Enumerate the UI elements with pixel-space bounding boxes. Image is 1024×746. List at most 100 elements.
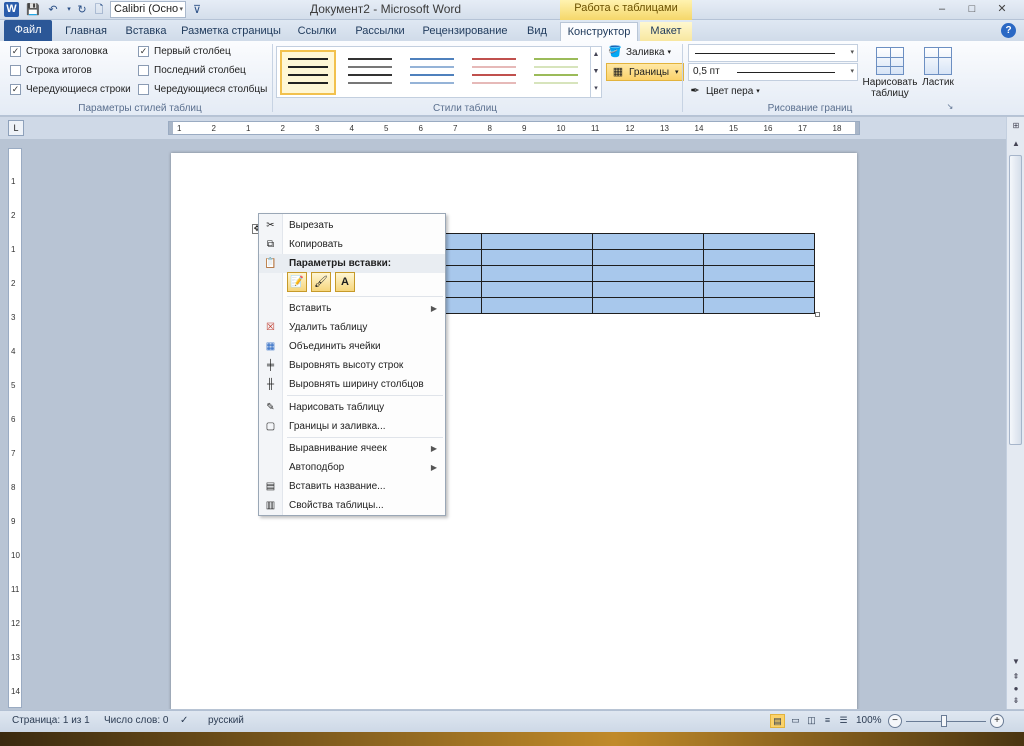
- scroll-down-icon[interactable]: ▼: [1010, 657, 1022, 666]
- page-count[interactable]: Страница: 1 из 1: [12, 715, 90, 726]
- last-column-checkbox[interactable]: Последний столбец: [138, 65, 246, 76]
- undo-icon[interactable]: ↶: [46, 3, 60, 17]
- menu-item-table-properties[interactable]: ▥ Свойства таблицы...: [259, 496, 445, 515]
- zoom-slider-thumb[interactable]: [941, 715, 947, 727]
- table-cell[interactable]: [481, 281, 593, 298]
- checkbox-box[interactable]: ✓: [138, 46, 149, 57]
- menu-item-distribute-rows[interactable]: ╪ Выровнять высоту строк: [259, 356, 445, 375]
- draft-icon[interactable]: ☰: [836, 714, 851, 728]
- checkbox-box[interactable]: [10, 65, 21, 76]
- checkbox-box[interactable]: [138, 84, 149, 95]
- web-layout-icon[interactable]: ◫: [804, 714, 819, 728]
- previous-page-icon[interactable]: ⇞: [1010, 672, 1022, 681]
- new-document-icon[interactable]: 🗋: [92, 3, 106, 17]
- borders-button[interactable]: ▦ Границы ▾: [606, 63, 684, 81]
- scroll-up-icon[interactable]: ▲: [1010, 139, 1022, 148]
- shading-button[interactable]: 🪣 Заливка ▾: [608, 45, 671, 59]
- proofing-icon[interactable]: ✓: [180, 715, 188, 726]
- tab-home[interactable]: Главная: [60, 22, 112, 41]
- table-cell[interactable]: [481, 233, 593, 250]
- close-button[interactable]: ✕: [990, 1, 1014, 18]
- chevron-down-icon[interactable]: ▾: [179, 2, 183, 17]
- gallery-more-icon[interactable]: ▾: [590, 80, 601, 97]
- table-style-blue[interactable]: [404, 50, 460, 95]
- gallery-down-icon[interactable]: ▼: [590, 63, 601, 80]
- dialog-launcher-icon[interactable]: ↘: [944, 102, 956, 111]
- help-icon[interactable]: ?: [1001, 23, 1016, 38]
- zoom-out-icon[interactable]: −: [888, 714, 902, 728]
- table-style-red[interactable]: [466, 50, 522, 95]
- draw-table-button[interactable]: Нарисовать таблицу: [862, 47, 918, 99]
- table-cell[interactable]: [592, 265, 704, 282]
- scrollbar-thumb[interactable]: [1009, 155, 1022, 445]
- customize-qat-icon[interactable]: ⊽: [190, 3, 204, 17]
- checkbox-box[interactable]: ✓: [10, 46, 21, 57]
- total-row-checkbox[interactable]: Строка итогов: [10, 65, 92, 76]
- word-logo-icon[interactable]: W: [4, 2, 19, 17]
- table-cell[interactable]: [481, 297, 593, 314]
- tab-page-layout[interactable]: Разметка страницы: [180, 22, 282, 41]
- pen-color-button[interactable]: ✒ Цвет пера ▾: [688, 84, 759, 98]
- tab-mailings[interactable]: Рассылки: [350, 22, 410, 41]
- table-cell[interactable]: [481, 249, 593, 266]
- vertical-scrollbar[interactable]: ⊞ ▲ ▼ ⇞ ● ⇟: [1006, 117, 1024, 709]
- tab-design[interactable]: Конструктор: [560, 22, 638, 41]
- table-resize-handle[interactable]: [815, 312, 820, 317]
- print-layout-icon[interactable]: ▤: [770, 714, 785, 728]
- paste-merge-formatting-icon[interactable]: 🖌: [311, 272, 331, 292]
- save-icon[interactable]: 💾: [26, 3, 40, 17]
- header-row-checkbox[interactable]: ✓ Строка заголовка: [10, 46, 108, 57]
- zoom-level[interactable]: 100%: [856, 715, 882, 726]
- horizontal-ruler[interactable]: 1 2 1 2 3 4 5 6 7 8 9 10 11 12 13 14 15 16 17 18: [168, 121, 860, 135]
- table-cell[interactable]: [703, 249, 815, 266]
- tab-selector-icon[interactable]: L: [8, 120, 24, 136]
- tab-references[interactable]: Ссылки: [290, 22, 344, 41]
- word-count[interactable]: Число слов: 0: [104, 715, 168, 726]
- menu-item-draw-table[interactable]: ✎ Нарисовать таблицу: [259, 398, 445, 417]
- vertical-ruler[interactable]: 1 2 1 2 3 4 5 6 7 8 9 10 11 12 13 14: [8, 148, 22, 708]
- line-weight-select[interactable]: 0,5 пт ▾: [688, 63, 858, 81]
- table-style-dark[interactable]: [342, 50, 398, 95]
- menu-item-borders-shading[interactable]: ▢ Границы и заливка...: [259, 417, 445, 436]
- menu-item-delete-table[interactable]: ☒ Удалить таблицу: [259, 318, 445, 337]
- menu-item-distribute-columns[interactable]: ╫ Выровнять ширину столбцов: [259, 375, 445, 394]
- table-cell[interactable]: [703, 281, 815, 298]
- table-cell[interactable]: [592, 249, 704, 266]
- table-cell[interactable]: [703, 233, 815, 250]
- menu-item-cut[interactable]: ✂ Вырезать: [259, 216, 445, 235]
- checkbox-box[interactable]: [138, 65, 149, 76]
- menu-item-insert-caption[interactable]: ▤ Вставить название...: [259, 477, 445, 496]
- menu-item-copy[interactable]: ⧉ Копировать: [259, 235, 445, 254]
- font-name-combobox[interactable]: Calibri (Осно ▾: [110, 1, 186, 18]
- line-style-select[interactable]: ▾: [688, 44, 858, 62]
- table-style-grid[interactable]: [280, 50, 336, 95]
- table-cell[interactable]: [481, 265, 593, 282]
- select-browse-object-icon[interactable]: ●: [1010, 684, 1022, 693]
- tab-file[interactable]: Файл: [4, 20, 52, 41]
- table-cell[interactable]: [592, 297, 704, 314]
- maximize-button[interactable]: □: [960, 1, 984, 18]
- gallery-up-icon[interactable]: ▲: [590, 46, 601, 63]
- tab-review[interactable]: Рецензирование: [418, 22, 512, 41]
- checkbox-box[interactable]: ✓: [10, 84, 21, 95]
- outline-icon[interactable]: ≡: [820, 714, 835, 728]
- menu-item-cell-alignment[interactable]: Выравнивание ячеек ▶: [259, 439, 445, 458]
- table-cell[interactable]: [592, 281, 704, 298]
- tab-layout[interactable]: Макет: [640, 22, 692, 41]
- full-screen-reading-icon[interactable]: ▭: [788, 714, 803, 728]
- eraser-button[interactable]: Ластик: [920, 47, 956, 88]
- menu-item-merge-cells[interactable]: ▦ Объединить ячейки: [259, 337, 445, 356]
- first-column-checkbox[interactable]: ✓ Первый столбец: [138, 46, 231, 57]
- tab-view[interactable]: Вид: [520, 22, 554, 41]
- paste-keep-formatting-icon[interactable]: 📝: [287, 272, 307, 292]
- menu-item-insert[interactable]: Вставить ▶: [259, 299, 445, 318]
- banded-columns-checkbox[interactable]: Чередующиеся столбцы: [138, 84, 267, 95]
- undo-dropdown-icon[interactable]: ▾: [62, 3, 76, 17]
- minimize-button[interactable]: –: [930, 1, 954, 18]
- table-cell[interactable]: [703, 297, 815, 314]
- zoom-in-icon[interactable]: +: [990, 714, 1004, 728]
- language[interactable]: русский: [208, 715, 244, 726]
- table-cell[interactable]: [703, 265, 815, 282]
- next-page-icon[interactable]: ⇟: [1010, 696, 1022, 705]
- ruler-toggle-icon[interactable]: ⊞: [1010, 121, 1022, 130]
